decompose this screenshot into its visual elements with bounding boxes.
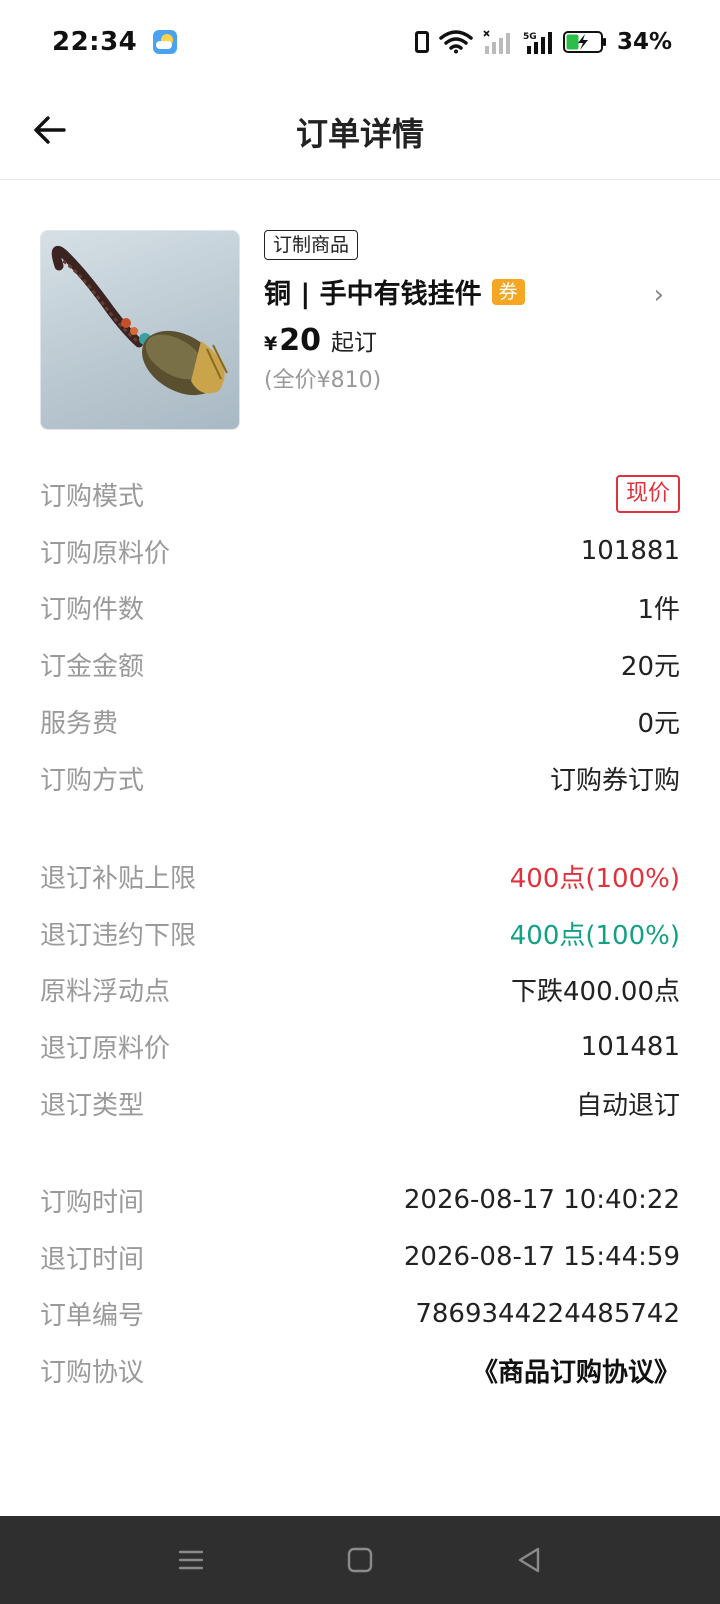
order-detail-page: 22:34 5G 34% 订单详情 订制商品 铜 | 手中有钱挂件 券 › ¥ … xyxy=(0,0,720,1604)
order-info-section: 订购模式 现价 订购原料价 101881 订购件数 1件 订金金额 20元 服务… xyxy=(40,466,680,807)
row-value: 101481 xyxy=(580,1031,680,1062)
price-currency: ¥ xyxy=(264,333,278,355)
row-refund-subsidy-cap: 退订补贴上限 400点(100%) xyxy=(40,848,680,905)
row-refund-penalty-floor: 退订违约下限 400点(100%) xyxy=(40,905,680,962)
menu-button[interactable] xyxy=(174,1543,208,1577)
row-value: 0元 xyxy=(637,709,680,740)
coupon-badge: 券 xyxy=(491,278,525,305)
row-label: 订购模式 xyxy=(40,481,145,512)
row-value: 101881 xyxy=(580,536,680,567)
row-label: 退订原料价 xyxy=(40,1034,171,1065)
row-deposit: 订金金额 20元 xyxy=(40,636,680,693)
row-order-number: 订单编号 7869344224485742 xyxy=(40,1286,680,1343)
product-tag: 订制商品 xyxy=(264,230,359,260)
system-nav-bar xyxy=(0,1516,720,1604)
chevron-right-icon[interactable]: › xyxy=(654,280,664,310)
product-title-row: 铜 | 手中有钱挂件 券 xyxy=(264,272,680,311)
product-image xyxy=(40,230,240,430)
row-label: 退订时间 xyxy=(40,1244,145,1275)
signal-icon xyxy=(483,30,510,54)
row-value: 400点(100%) xyxy=(509,863,680,894)
row-label: 退订类型 xyxy=(40,1091,145,1122)
row-refund-type: 退订类型 自动退订 xyxy=(40,1075,680,1132)
row-service-fee: 服务费 0元 xyxy=(40,693,680,750)
5g-signal-icon: 5G xyxy=(523,32,552,54)
row-value: 20元 xyxy=(620,652,680,683)
status-time: 22:34 xyxy=(52,27,138,57)
price-suffix: 起订 xyxy=(330,330,377,356)
row-value: 2026-08-17 10:40:22 xyxy=(403,1185,680,1216)
system-back-button[interactable] xyxy=(512,1543,546,1577)
row-quantity: 订购件数 1件 xyxy=(40,580,680,637)
row-label: 原料浮动点 xyxy=(40,977,171,1008)
status-bar: 22:34 5G 34% xyxy=(0,0,720,84)
time-info-section: 订购时间 2026-08-17 10:40:22 退订时间 2026-08-17… xyxy=(40,1172,680,1399)
row-refund-time: 退订时间 2026-08-17 15:44:59 xyxy=(40,1229,680,1286)
vibrate-icon xyxy=(414,31,429,53)
row-order-time: 订购时间 2026-08-17 10:40:22 xyxy=(40,1172,680,1229)
row-refund-material-price: 退订原料价 101481 xyxy=(40,1018,680,1075)
row-agreement: 订购协议 《商品订购协议》 xyxy=(40,1342,680,1399)
home-icon xyxy=(347,1547,373,1573)
row-label: 订购件数 xyxy=(40,595,145,626)
price-value: 20 xyxy=(279,323,321,358)
product-info: 订制商品 铜 | 手中有钱挂件 券 › ¥ 20 起订 (全价¥810) xyxy=(264,230,680,430)
row-order-method: 订购方式 订购券订购 xyxy=(40,750,680,807)
row-label: 订购方式 xyxy=(40,765,145,796)
wifi-icon xyxy=(439,30,473,54)
page-title: 订单详情 xyxy=(295,114,424,153)
row-label: 退订违约下限 xyxy=(40,920,197,951)
row-value: 2026-08-17 15:44:59 xyxy=(403,1242,680,1273)
product-title: 铜 | 手中有钱挂件 xyxy=(264,279,482,310)
agreement-link[interactable]: 《商品订购协议》 xyxy=(472,1352,680,1389)
row-material-float: 原料浮动点 下跌400.00点 xyxy=(40,962,680,1019)
row-value: 7869344224485742 xyxy=(415,1298,680,1329)
row-label: 订单编号 xyxy=(40,1301,145,1332)
refund-info-section: 退订补贴上限 400点(100%) 退订违约下限 400点(100%) 原料浮动… xyxy=(40,848,680,1132)
row-label: 订购原料价 xyxy=(40,538,171,569)
row-value: 400点(100%) xyxy=(509,920,680,951)
order-mode-badge: 现价 xyxy=(615,475,680,514)
battery-percent: 34% xyxy=(616,29,672,55)
row-value: 自动退订 xyxy=(575,1091,680,1122)
row-label: 订金金额 xyxy=(40,652,145,683)
full-price: (全价¥810) xyxy=(264,368,382,393)
row-label: 退订补贴上限 xyxy=(40,863,197,894)
price-row: ¥ 20 起订 xyxy=(264,323,680,358)
row-value: 下跌400.00点 xyxy=(511,977,680,1008)
row-material-price: 订购原料价 101881 xyxy=(40,523,680,580)
row-value: 1件 xyxy=(637,595,680,626)
nav-bar: 订单详情 xyxy=(0,84,720,180)
product-card[interactable]: 订制商品 铜 | 手中有钱挂件 券 › ¥ 20 起订 (全价¥810) xyxy=(40,230,680,430)
row-order-mode: 订购模式 现价 xyxy=(40,466,680,523)
back-triangle-icon xyxy=(518,1547,540,1573)
battery-charging-icon xyxy=(562,31,606,53)
arrow-left-icon xyxy=(34,116,66,144)
row-label: 订购时间 xyxy=(40,1187,145,1218)
status-icons: 5G 34% xyxy=(414,29,672,55)
row-label: 服务费 xyxy=(40,709,119,740)
row-value: 订购券订购 xyxy=(549,765,680,796)
back-button[interactable] xyxy=(28,108,72,152)
svg-text:5G: 5G xyxy=(523,32,537,42)
weather-icon xyxy=(153,30,178,54)
home-button[interactable] xyxy=(343,1543,377,1577)
menu-icon xyxy=(178,1550,204,1570)
row-label: 订购协议 xyxy=(40,1358,145,1389)
